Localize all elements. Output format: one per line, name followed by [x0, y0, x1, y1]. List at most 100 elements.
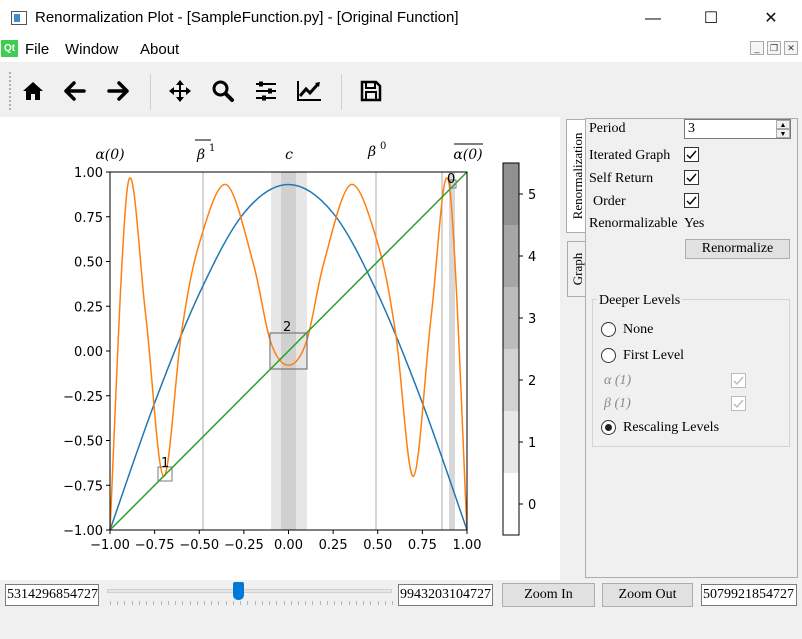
left-value-field[interactable]: 5314296854727 — [5, 584, 99, 606]
mdi-restore-icon[interactable]: ❐ — [767, 41, 781, 55]
slider-tick — [370, 601, 372, 605]
top-label-alpha0: α(0) — [95, 147, 124, 163]
plot-canvas[interactable]: 1 2 0 α(0) β 1 c β 0 α(0) −1.00 −0.75 −0.5… — [0, 117, 560, 580]
top-label-beta1-sup: 1 — [209, 143, 215, 154]
colorbar-segment — [503, 287, 519, 349]
radio-rescaling-levels[interactable] — [601, 420, 616, 435]
order-checkbox[interactable] — [684, 193, 699, 208]
slider-tick — [269, 601, 271, 605]
y-tick-label: 0.25 — [74, 300, 103, 315]
self-return-label: Self Return — [589, 171, 654, 186]
slider-tick — [160, 601, 162, 605]
forward-icon[interactable] — [103, 76, 133, 106]
mdi-minimize-icon[interactable]: _ — [750, 41, 764, 55]
slider-tick — [110, 601, 111, 605]
x-tick-label: −0.50 — [179, 538, 219, 553]
x-tick-label: −0.25 — [224, 538, 264, 553]
slider-tick — [247, 601, 249, 605]
back-icon[interactable] — [60, 76, 90, 106]
slider-tick — [355, 601, 357, 605]
slider-tick — [363, 601, 365, 605]
slider-tick — [377, 601, 379, 605]
radio-first-level[interactable] — [601, 348, 616, 363]
iterated-graph-checkbox[interactable] — [684, 147, 699, 162]
colorbar-segment — [503, 163, 519, 225]
slider-tick — [326, 601, 328, 605]
check-icon — [686, 150, 697, 160]
slider-tick — [175, 601, 177, 605]
colorbar-tick-label: 3 — [528, 312, 536, 327]
box-label-1: 1 — [161, 456, 169, 471]
menu-about[interactable]: About — [140, 41, 179, 58]
box-label-0: 0 — [447, 172, 455, 187]
slider-tick — [240, 601, 242, 605]
colorbar-tick-label: 2 — [528, 374, 536, 389]
x-tick-label: 0.50 — [363, 538, 392, 553]
configure-subplots-icon[interactable] — [251, 76, 281, 106]
minimize-button[interactable]: — — [630, 0, 676, 37]
slider-tick — [182, 601, 184, 605]
colorbar-tick-label: 4 — [528, 250, 536, 265]
y-axis: 1.00 0.75 0.50 0.25 0.00 −0.25 −0.50 −0.75 −1.00 — [63, 166, 110, 539]
y-tick-label: −0.25 — [63, 390, 103, 405]
slider-tick — [261, 601, 263, 605]
save-icon[interactable] — [356, 76, 386, 106]
self-return-checkbox[interactable] — [684, 170, 699, 185]
toolbar — [0, 62, 802, 118]
top-label-beta0-sup: 0 — [380, 141, 386, 152]
colorbar-segment — [503, 411, 519, 473]
slider-tick — [196, 601, 198, 605]
toolbar-separator — [150, 74, 151, 110]
slider-track[interactable] — [107, 589, 392, 593]
edit-axis-icon[interactable] — [294, 76, 324, 106]
renormalize-button[interactable]: Renormalize — [685, 239, 790, 259]
period-spinbox[interactable]: 3 — [684, 119, 791, 139]
alpha1-checkbox[interactable] — [731, 373, 746, 388]
x-tick-label: −1.00 — [90, 538, 130, 553]
slider-tick — [305, 601, 307, 605]
home-icon[interactable] — [18, 76, 48, 106]
period-label: Period — [589, 121, 626, 136]
renormalizable-label: Renormalizable — [589, 216, 678, 231]
renormalization-plot[interactable]: 1 2 0 α(0) β 1 c β 0 α(0) −1.00 −0.75 −0.5… — [0, 117, 560, 580]
right-value-field[interactable]: 5079921854727 — [701, 584, 797, 606]
slider-handle[interactable] — [233, 582, 245, 600]
renormalizable-value: Yes — [684, 216, 705, 231]
top-label-alpha0-bar: α(0) — [453, 147, 482, 163]
x-tick-label: 0.75 — [408, 538, 437, 553]
colorbar-tick-label: 5 — [528, 188, 536, 203]
mdi-close-icon[interactable]: ✕ — [784, 41, 798, 55]
middle-value-field[interactable]: 9943203104727 — [398, 584, 493, 606]
toolbar-grip[interactable] — [9, 72, 13, 110]
menu-window[interactable]: Window — [65, 41, 118, 58]
tab-graph-label: Graph — [570, 252, 585, 286]
y-tick-label: −0.50 — [63, 435, 103, 450]
top-label-beta0: β — [367, 144, 376, 160]
close-button[interactable]: ✕ — [748, 0, 794, 37]
slider-tick — [131, 601, 133, 605]
pan-icon[interactable] — [165, 76, 195, 106]
slider-tick — [312, 601, 314, 605]
menu-bar: Qt File Window About _ ❐ ✕ — [0, 37, 802, 62]
spin-up-icon[interactable]: ▲ — [776, 120, 790, 129]
colorbar-segment — [503, 473, 519, 535]
x-tick-label: 0.00 — [274, 538, 303, 553]
order-label: Order — [593, 194, 626, 209]
app-icon — [11, 11, 27, 25]
beta1-checkbox[interactable] — [731, 396, 746, 411]
zoom-icon[interactable] — [208, 76, 238, 106]
zoom-out-button[interactable]: Zoom Out — [602, 583, 693, 607]
radio-none-label: None — [623, 322, 654, 337]
check-icon — [733, 399, 744, 409]
radio-none[interactable] — [601, 322, 616, 337]
slider-tick — [298, 601, 299, 605]
slider-tick — [384, 601, 386, 605]
menu-file[interactable]: File — [25, 41, 49, 58]
spin-down-icon[interactable]: ▼ — [776, 129, 790, 138]
slider-ticks — [110, 601, 393, 607]
colorbar-segment — [503, 225, 519, 287]
zoom-in-button[interactable]: Zoom In — [502, 583, 595, 607]
slider-tick — [124, 601, 126, 605]
maximize-button[interactable]: ☐ — [688, 0, 734, 37]
slider-tick — [146, 601, 148, 605]
